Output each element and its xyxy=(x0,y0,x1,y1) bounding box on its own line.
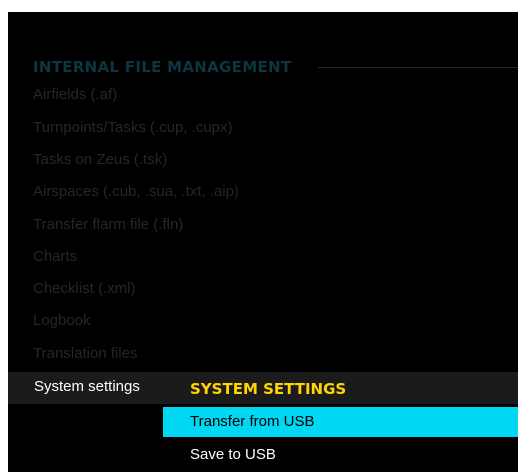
menu-item-logbook[interactable]: Logbook xyxy=(33,312,91,329)
menu-item-tasks-on-zeus[interactable]: Tasks on Zeus (.tsk) xyxy=(33,151,167,168)
menu-item-system-settings[interactable]: System settings xyxy=(34,378,140,395)
menu-item-turnpoints-tasks[interactable]: Turnpoints/Tasks (.cup, .cupx) xyxy=(33,119,233,136)
submenu-title-system-settings: SYSTEM SETTINGS xyxy=(190,380,347,398)
menu-item-checklist[interactable]: Checklist (.xml) xyxy=(33,280,136,297)
submenu-option-save-to-usb[interactable]: Save to USB xyxy=(163,440,518,470)
section-header-internal-file-management: INTERNAL FILE MANAGEMENT xyxy=(33,58,292,76)
device-screen: INTERNAL FILE MANAGEMENT Airfields (.af)… xyxy=(8,12,518,472)
section-divider xyxy=(318,67,518,68)
menu-item-airspaces[interactable]: Airspaces (.cub, .sua, .txt, .aip) xyxy=(33,183,239,200)
menu-item-translation-files[interactable]: Translation files xyxy=(33,345,138,362)
menu-item-transfer-flarm-file[interactable]: Transfer flarm file (.fln) xyxy=(33,216,183,233)
submenu-option-transfer-from-usb[interactable]: Transfer from USB xyxy=(163,407,518,437)
menu-item-airfields[interactable]: Airfields (.af) xyxy=(33,86,117,103)
menu-item-charts[interactable]: Charts xyxy=(33,248,77,265)
